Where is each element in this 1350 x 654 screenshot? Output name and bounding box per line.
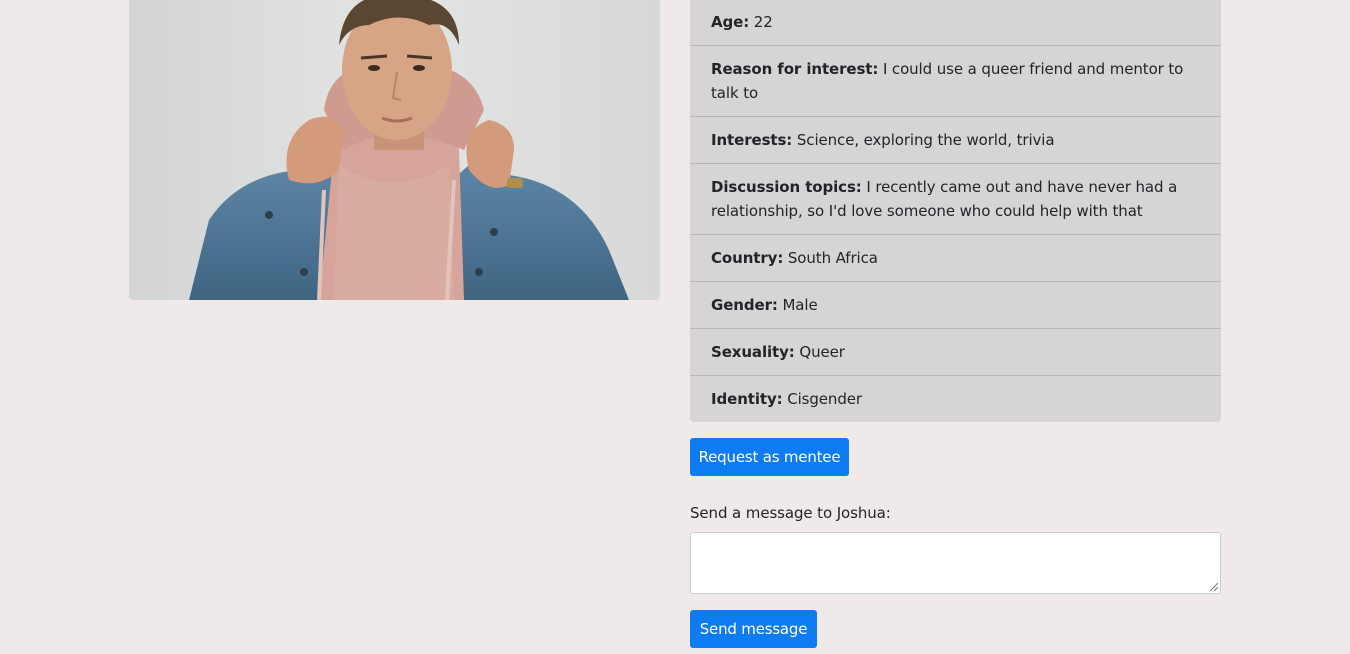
send-message-button[interactable]: Send message <box>690 610 817 648</box>
profile-row-gender: Gender: Male <box>690 281 1221 328</box>
profile-row-sexuality: Sexuality: Queer <box>690 328 1221 375</box>
profile-row-age: Age: 22 <box>711 13 773 31</box>
profile-row-discussion: Discussion topics: I recently came out a… <box>690 163 1221 234</box>
message-label: Send a message to Joshua: <box>690 504 891 522</box>
profile-photo <box>129 0 660 300</box>
request-mentee-button[interactable]: Request as mentee <box>690 438 849 476</box>
profile-row-interests: Interests: Science, exploring the world,… <box>690 116 1221 163</box>
profile-row-identity: Identity: Cisgender <box>690 375 1221 422</box>
profile-row-reason: Reason for interest: I could use a queer… <box>690 45 1221 116</box>
profile-row-country: Country: South Africa <box>690 234 1221 281</box>
message-textarea[interactable] <box>690 532 1221 594</box>
resize-grip-icon[interactable] <box>1209 582 1218 591</box>
profile-details: Age: 22 Reason for interest: I could use… <box>690 0 1221 422</box>
